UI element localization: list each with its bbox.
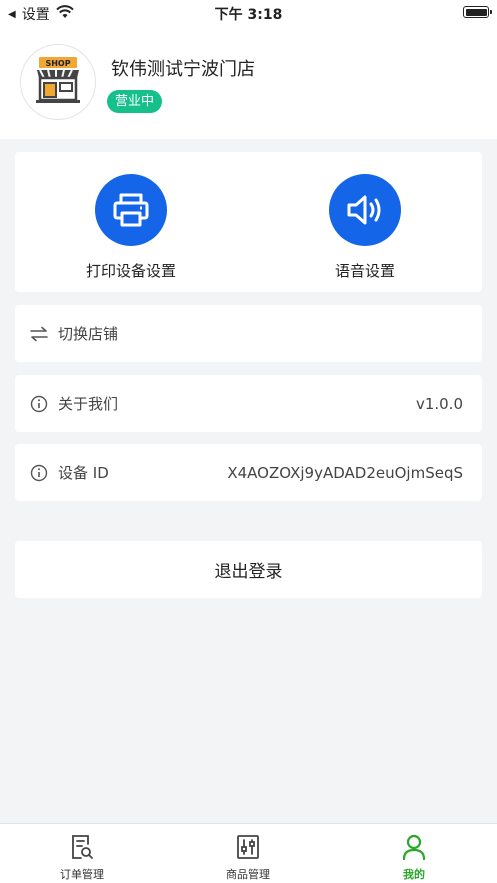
shop-icon: SHOP	[31, 55, 85, 109]
device-id-row[interactable]: 设备 ID X4AOZOXj9yADAD2euOjmSeqS	[15, 444, 482, 501]
status-bar: ◀ 设置 下午 3:18	[0, 0, 497, 26]
device-id-label: 设备 ID	[58, 464, 109, 482]
speaker-icon	[329, 174, 401, 246]
printer-icon	[95, 174, 167, 246]
device-id-value: X4AOZOXj9yADAD2euOjmSeqS	[227, 463, 463, 482]
about-row[interactable]: 关于我们 v1.0.0	[15, 375, 482, 432]
about-label: 关于我们	[58, 395, 119, 413]
voice-settings-button[interactable]: 语音设置	[265, 174, 465, 281]
print-settings-label: 打印设备设置	[85, 262, 176, 280]
swap-icon	[30, 325, 48, 343]
switch-store-row[interactable]: 切换店铺	[15, 305, 482, 362]
store-name: 钦伟测试宁波门店	[111, 59, 255, 80]
status-time: 下午 3:18	[214, 7, 283, 23]
product-sliders-icon	[235, 835, 261, 865]
status-badge: 营业中	[107, 90, 163, 113]
logout-button[interactable]: 退出登录	[15, 541, 482, 598]
tab-order-management[interactable]: 订单管理	[22, 833, 142, 882]
info-icon	[30, 464, 48, 482]
tab-mine[interactable]: 我的	[354, 833, 474, 882]
tab-label: 商品管理	[226, 868, 270, 881]
store-avatar[interactable]: SHOP	[20, 44, 96, 120]
svg-text:SHOP: SHOP	[45, 59, 70, 68]
print-settings-button[interactable]: 打印设备设置	[31, 174, 231, 281]
tab-label: 我的	[403, 868, 425, 881]
tab-label: 订单管理	[60, 868, 104, 881]
voice-settings-label: 语音设置	[334, 262, 395, 280]
quick-actions-card: 打印设备设置 语音设置	[15, 152, 482, 292]
profile-header: SHOP 钦伟测试宁波门店 营业中	[0, 26, 497, 139]
switch-store-label: 切换店铺	[58, 325, 119, 343]
tab-product-management[interactable]: 商品管理	[188, 833, 308, 882]
order-search-icon	[69, 835, 95, 865]
version-value: v1.0.0	[415, 394, 463, 413]
info-icon	[30, 395, 48, 413]
person-icon	[401, 834, 427, 865]
tab-bar: 订单管理 商品管理 我的	[0, 823, 497, 883]
battery-icon	[463, 6, 492, 18]
